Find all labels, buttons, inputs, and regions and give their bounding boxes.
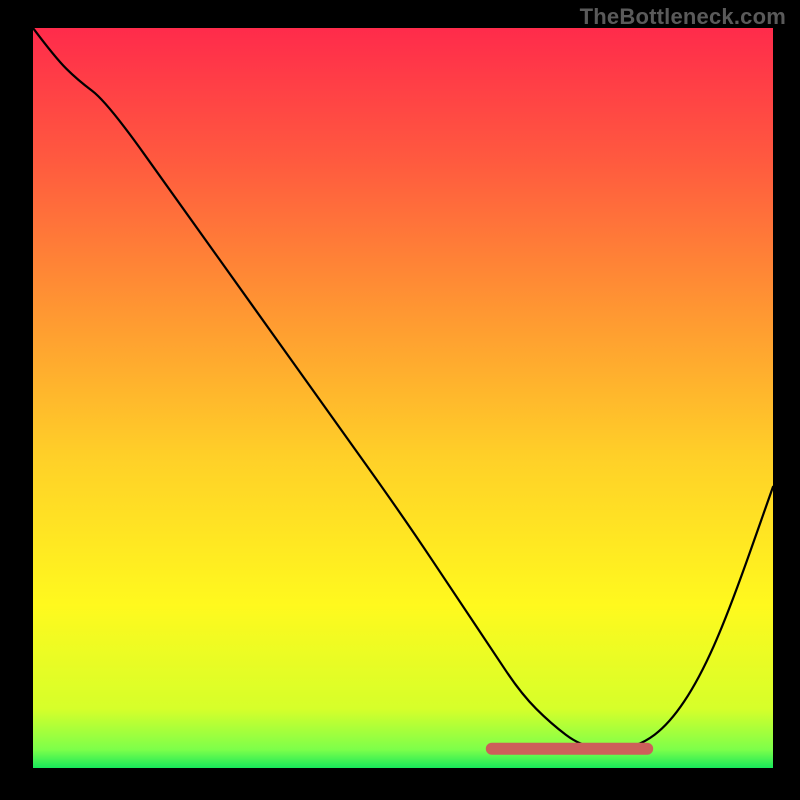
chart-svg [33,28,773,768]
watermark-text: TheBottleneck.com [580,4,786,30]
plot-area [33,28,773,768]
chart-container: TheBottleneck.com [0,0,800,800]
gradient-background [33,28,773,768]
